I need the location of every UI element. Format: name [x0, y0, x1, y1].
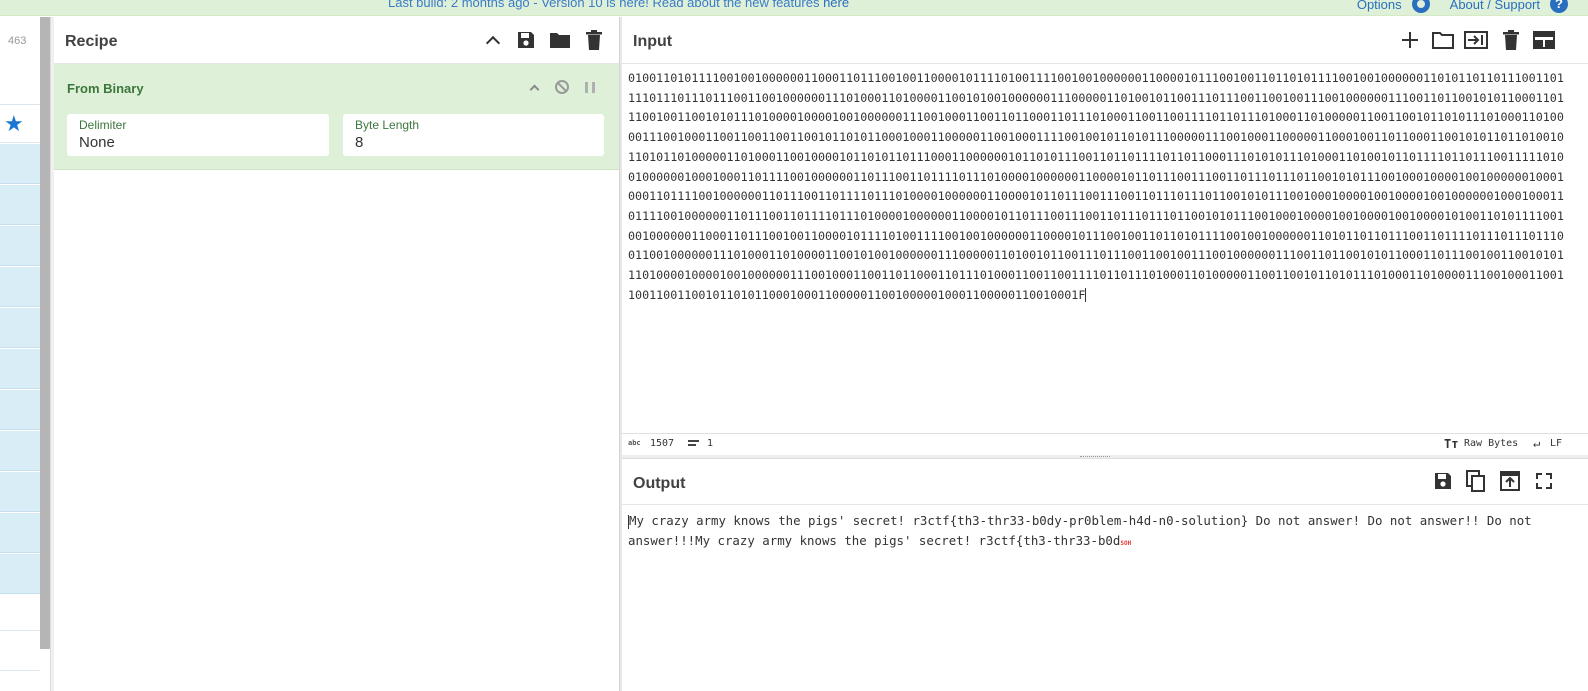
list-item[interactable]	[0, 554, 40, 594]
banner-message: Last build: 2 months ago - Version 10 is…	[388, 0, 849, 10]
plus-icon	[1402, 32, 1418, 48]
save-recipe-button[interactable]	[515, 29, 537, 51]
open-folder-input-button[interactable]	[1464, 29, 1488, 51]
text-cursor	[1085, 288, 1087, 303]
output-textarea[interactable]: My crazy army knows the pigs' secret! r3…	[628, 511, 1568, 553]
encoding-selector[interactable]: Raw Bytes	[1464, 438, 1518, 449]
field-label: Delimiter	[79, 118, 127, 132]
operations-search-row[interactable]	[0, 63, 40, 105]
list-item[interactable]	[0, 390, 40, 430]
copy-icon	[1466, 470, 1485, 492]
lines-icon	[688, 440, 699, 448]
banner-link[interactable]: here	[823, 0, 849, 10]
output-header: Output	[622, 459, 1588, 505]
banner-message-text: Last build: 2 months ago - Version 10 is…	[388, 0, 824, 10]
category-item[interactable]	[0, 591, 40, 631]
input-length: 1507	[650, 438, 675, 449]
operations-count: 463	[8, 35, 27, 47]
output-value: My crazy army knows the pigs' secret! r3…	[628, 513, 1540, 548]
banner-right-links: Options About / Support ?	[1357, 0, 1568, 13]
operation-title: From Binary	[67, 81, 144, 96]
divider-grip[interactable]	[1080, 456, 1110, 457]
list-item[interactable]	[0, 267, 40, 307]
layout-icon	[1533, 31, 1555, 49]
clear-input-button[interactable]	[1499, 29, 1523, 51]
copy-output-button[interactable]	[1464, 470, 1488, 492]
collapse-all-button[interactable]	[482, 29, 504, 51]
delimiter-field[interactable]: Delimiter None	[67, 114, 329, 156]
input-textarea[interactable]: 0100110101111001001000000110001101110010…	[628, 69, 1568, 305]
add-tab-button[interactable]	[1398, 29, 1422, 51]
input-title: Input	[633, 33, 673, 50]
star-icon: ★	[4, 111, 24, 136]
maximize-output-button[interactable]	[1532, 470, 1556, 492]
replace-input-icon	[1500, 471, 1520, 491]
recipe-panel: Recipe From Binary Delimiter None Byte L…	[54, 17, 620, 691]
chevron-up-icon	[485, 35, 501, 51]
disable-operation-button[interactable]	[552, 78, 572, 96]
list-item[interactable]	[0, 472, 40, 512]
operations-panel: 463 ★	[0, 17, 40, 691]
disable-icon	[555, 80, 569, 94]
recipe-title: Recipe	[65, 33, 118, 50]
input-lines: 1	[707, 438, 714, 449]
about-support-link[interactable]: About / Support	[1450, 0, 1540, 12]
field-value[interactable]: None	[79, 134, 115, 151]
length-icon: abc	[628, 439, 641, 447]
input-value: 0100110101111001001000000110001101110010…	[628, 71, 1564, 302]
chevron-up-icon	[529, 84, 539, 94]
eol-selector[interactable]: LF	[1550, 438, 1562, 449]
field-label: Byte Length	[355, 118, 420, 132]
save-icon	[518, 32, 534, 48]
return-icon: ↵	[1533, 436, 1541, 450]
list-item[interactable]	[0, 144, 40, 184]
top-banner: Last build: 2 months ago - Version 10 is…	[0, 0, 1588, 16]
options-link[interactable]: Options	[1357, 0, 1402, 12]
pause-icon	[585, 81, 595, 93]
trash-icon	[1503, 30, 1519, 50]
open-folder-icon	[1432, 32, 1454, 49]
operation-from-binary[interactable]: From Binary Delimiter None Byte Length 8	[54, 64, 620, 170]
help-icon[interactable]: ?	[1550, 0, 1568, 13]
field-value[interactable]: 8	[355, 134, 363, 151]
collapse-operation-button[interactable]	[524, 78, 544, 96]
folder-icon	[550, 33, 570, 48]
list-item[interactable]	[0, 226, 40, 266]
io-panel: Input 0100110101111001001000000110001101…	[622, 17, 1588, 691]
reset-layout-button[interactable]	[1532, 29, 1556, 51]
open-file-button[interactable]	[1431, 29, 1455, 51]
list-item[interactable]	[0, 349, 40, 389]
input-to-tab-icon	[1464, 31, 1488, 49]
byte-length-field[interactable]: Byte Length 8	[343, 114, 604, 156]
list-item[interactable]	[0, 308, 40, 348]
operations-scrollbar[interactable]	[40, 17, 50, 649]
load-recipe-button[interactable]	[549, 29, 571, 51]
favourites-category[interactable]: ★	[0, 105, 40, 143]
control-character: SOH	[1120, 539, 1132, 547]
recipe-header: Recipe	[54, 17, 620, 64]
list-item[interactable]	[0, 431, 40, 471]
output-title: Output	[633, 475, 686, 492]
maximize-icon	[1536, 473, 1552, 489]
clear-recipe-button[interactable]	[583, 29, 605, 51]
category-item[interactable]	[0, 631, 40, 671]
list-item[interactable]	[0, 513, 40, 553]
font-icon[interactable]: Tт	[1444, 437, 1458, 451]
breakpoint-button[interactable]	[580, 78, 600, 96]
input-header: Input	[622, 17, 1588, 64]
save-output-button[interactable]	[1431, 470, 1455, 492]
replace-input-button[interactable]	[1498, 470, 1522, 492]
trash-icon	[586, 30, 602, 50]
list-item[interactable]	[0, 185, 40, 225]
input-status-bar: abc 1507 1 Tт Raw Bytes ↵ LF	[622, 433, 1588, 455]
gear-icon[interactable]	[1411, 0, 1430, 13]
save-icon	[1435, 473, 1451, 489]
